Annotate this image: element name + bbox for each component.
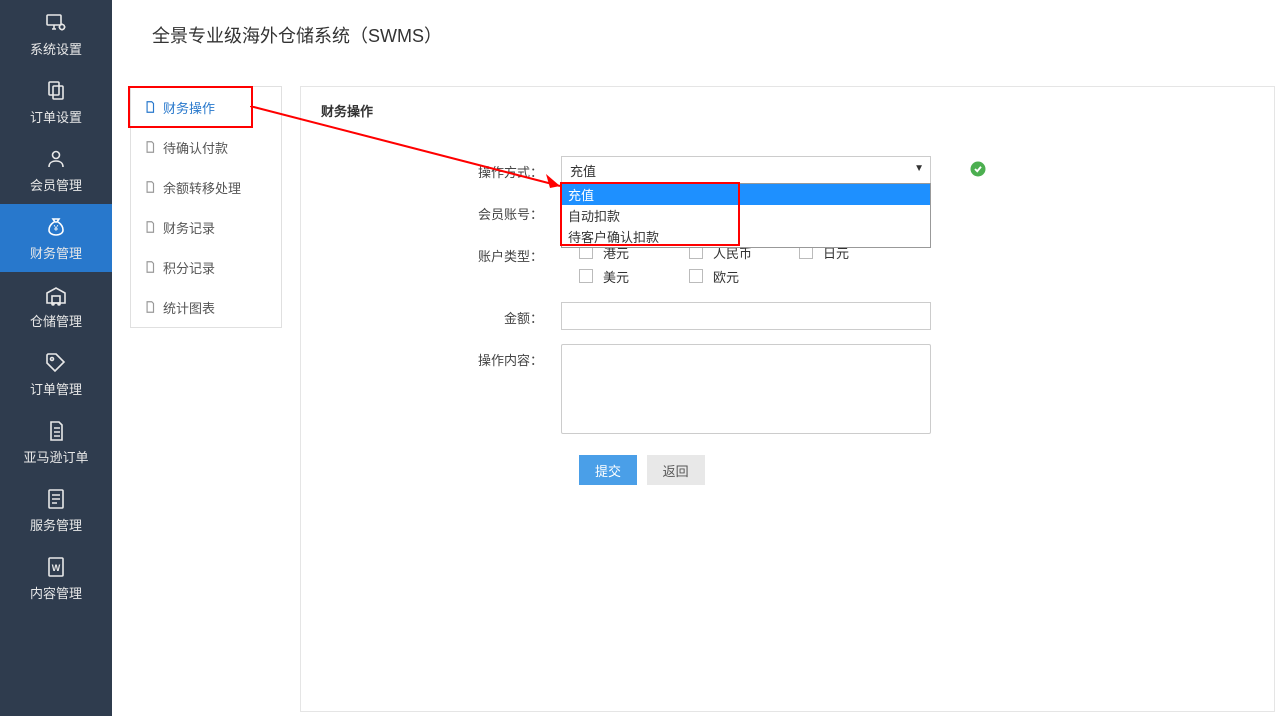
- nav-label: 会员管理: [30, 175, 82, 194]
- submenu-points-records[interactable]: 积分记录: [131, 247, 281, 287]
- main-sidebar: 系统设置 订单设置 会员管理 ¥ 财务管理 仓储管理 订单管理 亚马逊订单 服务…: [0, 0, 112, 716]
- svg-text:¥: ¥: [53, 224, 59, 233]
- nav-finance-management[interactable]: ¥ 财务管理: [0, 204, 112, 272]
- check-circle-icon: [969, 160, 987, 178]
- operation-mode-select[interactable]: 充值 ▼: [561, 156, 931, 184]
- content-title: 财务操作: [321, 101, 1254, 120]
- dropdown-option-customer-confirm-deduct[interactable]: 待客户确认扣款: [562, 226, 930, 247]
- back-button[interactable]: 返回: [647, 455, 705, 485]
- nav-order-settings[interactable]: 订单设置: [0, 68, 112, 136]
- currency-eur[interactable]: 欧元: [671, 264, 781, 288]
- nav-label: 服务管理: [30, 515, 82, 534]
- nav-label: 订单设置: [30, 107, 82, 126]
- label-member-account: 会员账号：: [321, 198, 561, 223]
- submit-button[interactable]: 提交: [579, 455, 637, 485]
- submenu-pending-payment[interactable]: 待确认付款: [131, 127, 281, 167]
- nav-service-management[interactable]: 服务管理: [0, 476, 112, 544]
- currency-label: 欧元: [713, 267, 739, 286]
- submenu-label: 统计图表: [163, 298, 215, 317]
- nav-label: 财务管理: [30, 243, 82, 262]
- nav-label: 系统设置: [30, 39, 82, 58]
- money-bag-icon: ¥: [44, 215, 68, 239]
- sub-sidebar: 财务操作 待确认付款 余额转移处理 财务记录 积分记录 统计图表: [130, 86, 282, 328]
- amount-input[interactable]: [561, 302, 931, 330]
- operation-content-textarea[interactable]: [561, 344, 931, 434]
- nav-content-management[interactable]: W 内容管理: [0, 544, 112, 612]
- nav-order-management[interactable]: 订单管理: [0, 340, 112, 408]
- checkbox[interactable]: [689, 269, 703, 283]
- submenu-label: 积分记录: [163, 258, 215, 277]
- row-operation-mode: 操作方式： 充值 ▼ 充值 自动扣款 待客户确认扣款: [321, 156, 1254, 184]
- submenu-label: 待确认付款: [163, 138, 228, 157]
- doc-icon: [143, 180, 157, 194]
- select-value: 充值: [570, 161, 596, 180]
- warehouse-icon: [44, 283, 68, 307]
- operation-mode-dropdown: 充值 自动扣款 待客户确认扣款: [561, 183, 931, 248]
- svg-text:W: W: [52, 563, 61, 573]
- currency-label: 美元: [603, 267, 629, 286]
- dropdown-option-recharge[interactable]: 充值: [562, 184, 930, 205]
- nav-label: 仓储管理: [30, 311, 82, 330]
- doc-icon: [143, 220, 157, 234]
- row-amount: 金额：: [321, 302, 1254, 330]
- submenu-balance-transfer[interactable]: 余额转移处理: [131, 167, 281, 207]
- chevron-down-icon: ▼: [914, 163, 924, 174]
- label-operation-mode: 操作方式：: [321, 156, 561, 181]
- header: 全景专业级海外仓储系统（SWMS）: [112, 0, 1279, 70]
- page-title: 全景专业级海外仓储系统（SWMS）: [152, 22, 442, 48]
- nav-label: 内容管理: [30, 583, 82, 602]
- nav-amazon-orders[interactable]: 亚马逊订单: [0, 408, 112, 476]
- currency-usd[interactable]: 美元: [561, 264, 671, 288]
- button-row: 提交 返回: [579, 455, 1254, 485]
- tag-icon: [44, 351, 68, 375]
- doc-icon: [143, 300, 157, 314]
- submenu-stats-charts[interactable]: 统计图表: [131, 287, 281, 327]
- monitor-gear-icon: [44, 11, 68, 35]
- document-lines-icon: [44, 419, 68, 443]
- nav-label: 订单管理: [30, 379, 82, 398]
- word-doc-icon: W: [44, 555, 68, 579]
- checkbox[interactable]: [579, 269, 593, 283]
- label-operation-content: 操作内容：: [321, 344, 561, 369]
- doc-icon: [143, 100, 157, 114]
- nav-system-settings[interactable]: 系统设置: [0, 0, 112, 68]
- user-icon: [44, 147, 68, 171]
- copy-doc-icon: [44, 79, 68, 103]
- submenu-finance-operation[interactable]: 财务操作: [131, 87, 281, 127]
- nav-warehouse-management[interactable]: 仓储管理: [0, 272, 112, 340]
- row-operation-content: 操作内容：: [321, 344, 1254, 437]
- doc-icon: [143, 260, 157, 274]
- label-amount: 金额：: [321, 302, 561, 327]
- list-doc-icon: [44, 487, 68, 511]
- submenu-label: 财务记录: [163, 218, 215, 237]
- label-account-type: 账户类型：: [321, 240, 561, 265]
- submenu-label: 财务操作: [163, 98, 215, 117]
- dropdown-option-auto-deduct[interactable]: 自动扣款: [562, 205, 930, 226]
- nav-member-management[interactable]: 会员管理: [0, 136, 112, 204]
- doc-icon: [143, 140, 157, 154]
- nav-label: 亚马逊订单: [23, 447, 88, 466]
- content-panel: 财务操作 操作方式： 充值 ▼ 充值 自动扣款 待客户确认扣款 会员账号： 账户…: [300, 86, 1275, 712]
- submenu-label: 余额转移处理: [163, 178, 241, 197]
- submenu-finance-records[interactable]: 财务记录: [131, 207, 281, 247]
